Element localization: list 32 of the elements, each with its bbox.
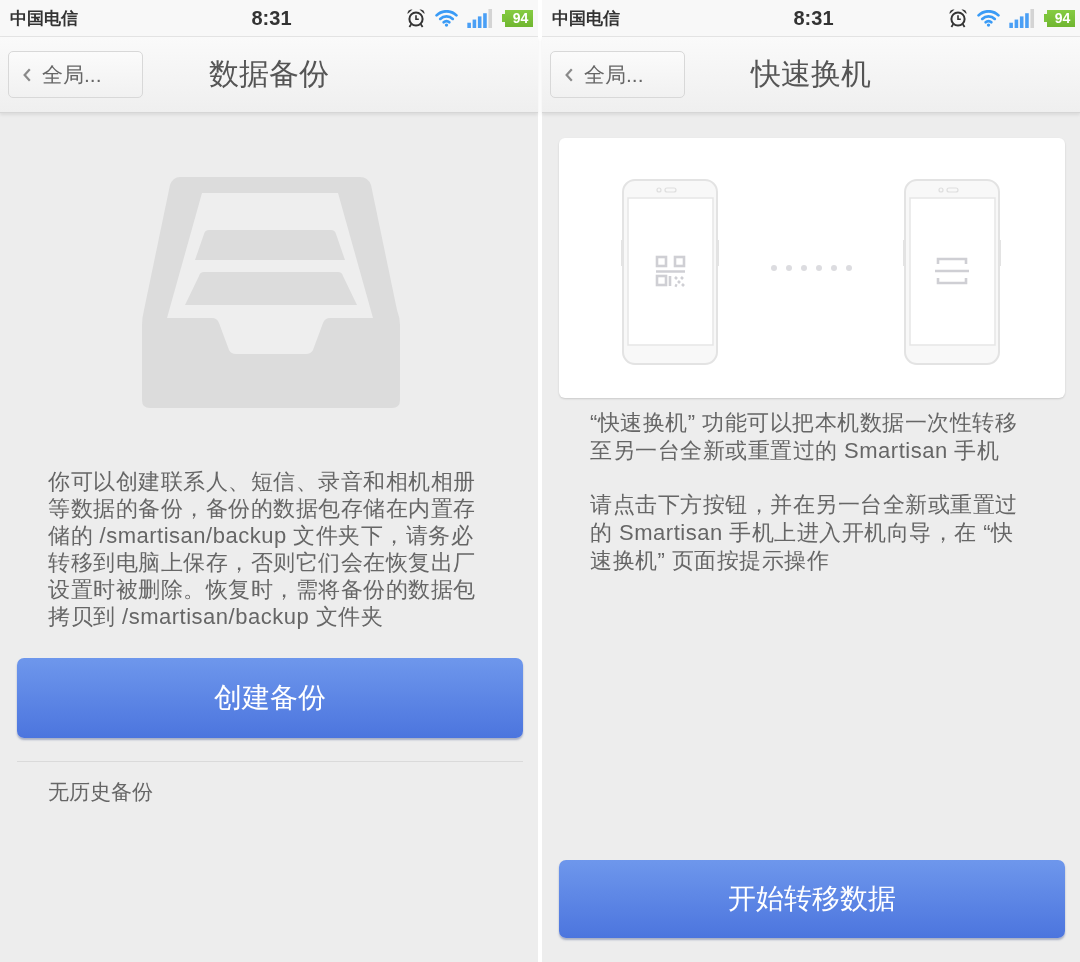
back-button[interactable]: 全局... <box>8 51 143 98</box>
dot-icon <box>801 265 807 271</box>
back-button[interactable]: 全局... <box>550 51 685 98</box>
qr-code-icon <box>655 255 686 288</box>
alarm-clock-icon <box>948 8 968 28</box>
wifi-icon <box>977 9 1000 27</box>
create-backup-button[interactable]: 创建备份 <box>17 658 523 738</box>
wifi-icon <box>435 9 458 27</box>
dot-icon <box>846 265 852 271</box>
battery-indicator: 94 <box>502 9 533 27</box>
dot-icon <box>786 265 792 271</box>
dot-icon <box>771 265 777 271</box>
start-transfer-button[interactable]: 开始转移数据 <box>559 860 1065 938</box>
alarm-clock-icon <box>406 8 426 28</box>
backup-history-label: 无历史备份 <box>48 779 154 805</box>
screen-title: 快速换机 <box>751 56 871 92</box>
instruction-paragraph: 请点击下方按钮，并在另一台全新或重置过的 Smartisan 手机上进入开机向导，在 “快速换机” 页面按提示操作 <box>590 491 1019 575</box>
signal-icon <box>1009 8 1035 28</box>
dot-icon <box>831 265 837 271</box>
dot-icon <box>816 265 822 271</box>
backup-description: 你可以创建联系人、短信、录音和相机相册等数据的备份，备份的数据包存储在内置存储的 /smartisan/backup 文件夹下，请务必转移到电脑上保存，否则它们会在恢复出厂设置时被删除。恢复时，需将备份的数据包拷贝到 /smartisan/backup 文件夹 <box>48 468 477 630</box>
chevron-left-icon <box>23 67 31 82</box>
carrier-name: 中国电信 <box>552 7 620 30</box>
carrier-name: 中国电信 <box>10 7 78 30</box>
scan-icon <box>935 257 969 285</box>
clock-time: 8:31 <box>793 6 834 30</box>
battery-indicator: 94 <box>1044 9 1075 27</box>
chevron-left-icon <box>565 67 573 82</box>
screen-title: 数据备份 <box>209 56 329 92</box>
instruction-paragraph: “快速换机” 功能可以把本机数据一次性转移至另一台全新或重置过的 Smartisan 手机 <box>590 409 1019 465</box>
signal-icon <box>467 8 493 28</box>
clock-time: 8:31 <box>251 6 292 30</box>
